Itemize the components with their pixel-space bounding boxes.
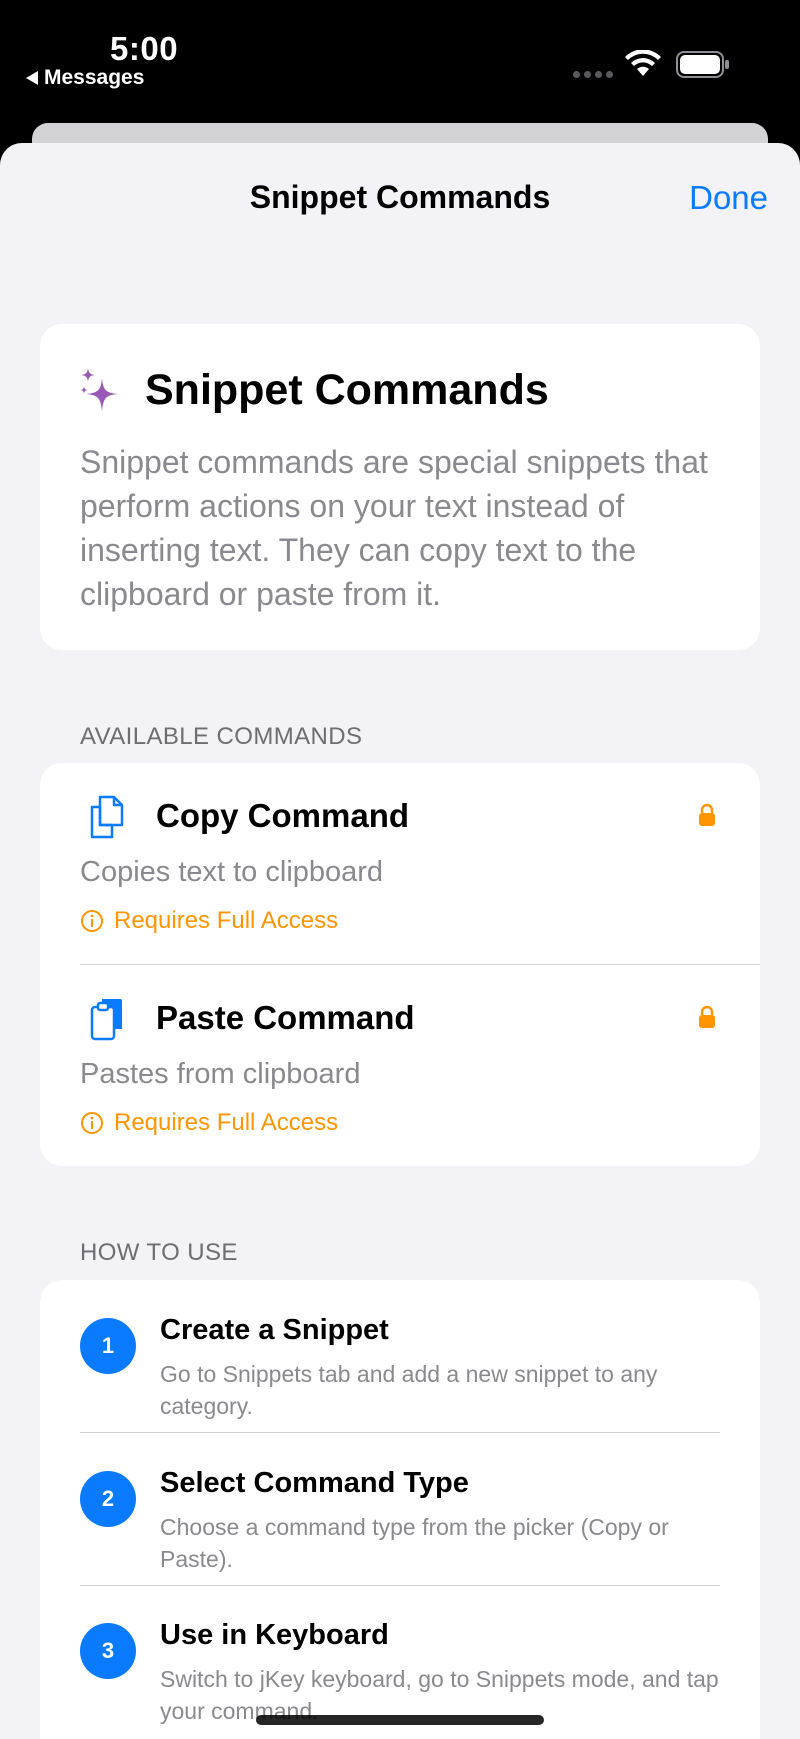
intro-title: Snippet Commands bbox=[145, 366, 549, 414]
copy-command-access-badge: Requires Full Access bbox=[80, 907, 338, 935]
step-item: 2 Select Command Type Choose a command t… bbox=[40, 1433, 760, 1586]
back-to-messages[interactable]: Messages bbox=[26, 66, 144, 90]
step-number-badge: 2 bbox=[80, 1471, 136, 1527]
step-number-badge: 3 bbox=[80, 1623, 136, 1679]
paste-clipboard-icon bbox=[90, 999, 122, 1041]
copy-document-icon bbox=[90, 795, 124, 839]
intro-description: Snippet commands are special snippets th… bbox=[80, 444, 708, 612]
lock-icon bbox=[699, 803, 715, 826]
copy-command-access-label: Requires Full Access bbox=[114, 907, 339, 934]
step-title: Use in Keyboard bbox=[160, 1619, 389, 1651]
copy-command-row[interactable]: Copy Command Copies text to clipboard Re… bbox=[40, 763, 760, 965]
home-indicator[interactable] bbox=[256, 1715, 544, 1725]
step-title: Create a Snippet bbox=[160, 1314, 389, 1346]
nav-title: Snippet Commands bbox=[249, 179, 551, 215]
done-button[interactable]: Done bbox=[689, 179, 768, 217]
step-number-badge: 1 bbox=[80, 1318, 136, 1374]
battery-icon bbox=[676, 51, 729, 78]
commands-card: Copy Command Copies text to clipboard Re… bbox=[40, 763, 760, 1166]
step-description: Choose a command type from the picker (C… bbox=[160, 1514, 669, 1572]
cellular-signal-icon bbox=[573, 71, 613, 78]
paste-command-access-label: Requires Full Access bbox=[114, 1109, 339, 1136]
lock-icon bbox=[699, 1005, 715, 1028]
intro-card: Snippet Commands Snippet commands are sp… bbox=[40, 324, 760, 650]
paste-command-title: Paste Command bbox=[156, 999, 415, 1036]
status-bar: 5:00 Messages bbox=[0, 0, 800, 125]
step-item: 1 Create a Snippet Go to Snippets tab an… bbox=[40, 1280, 760, 1433]
paste-command-access-badge: Requires Full Access bbox=[80, 1109, 338, 1137]
paste-command-row[interactable]: Paste Command Pastes from clipboard Requ… bbox=[40, 965, 760, 1167]
back-label: Messages bbox=[44, 66, 145, 89]
how-to-use-card: 1 Create a Snippet Go to Snippets tab an… bbox=[40, 1280, 760, 1739]
step-title: Select Command Type bbox=[160, 1467, 469, 1499]
sparkles-icon bbox=[80, 368, 118, 412]
available-commands-header: AVAILABLE COMMANDS bbox=[80, 723, 363, 750]
back-arrow-icon bbox=[26, 71, 38, 85]
info-icon bbox=[81, 1112, 103, 1134]
wifi-icon bbox=[625, 50, 661, 76]
how-to-use-header: HOW TO USE bbox=[80, 1239, 238, 1266]
info-icon bbox=[81, 910, 103, 932]
paste-command-description: Pastes from clipboard bbox=[80, 1058, 361, 1090]
copy-command-description: Copies text to clipboard bbox=[80, 856, 384, 888]
step-description: Go to Snippets tab and add a new snippet… bbox=[160, 1361, 658, 1419]
status-time: 5:00 bbox=[110, 30, 179, 67]
snippet-commands-sheet: Snippet Commands Done Snippet Commands S… bbox=[0, 143, 800, 1739]
copy-command-title: Copy Command bbox=[156, 797, 410, 834]
